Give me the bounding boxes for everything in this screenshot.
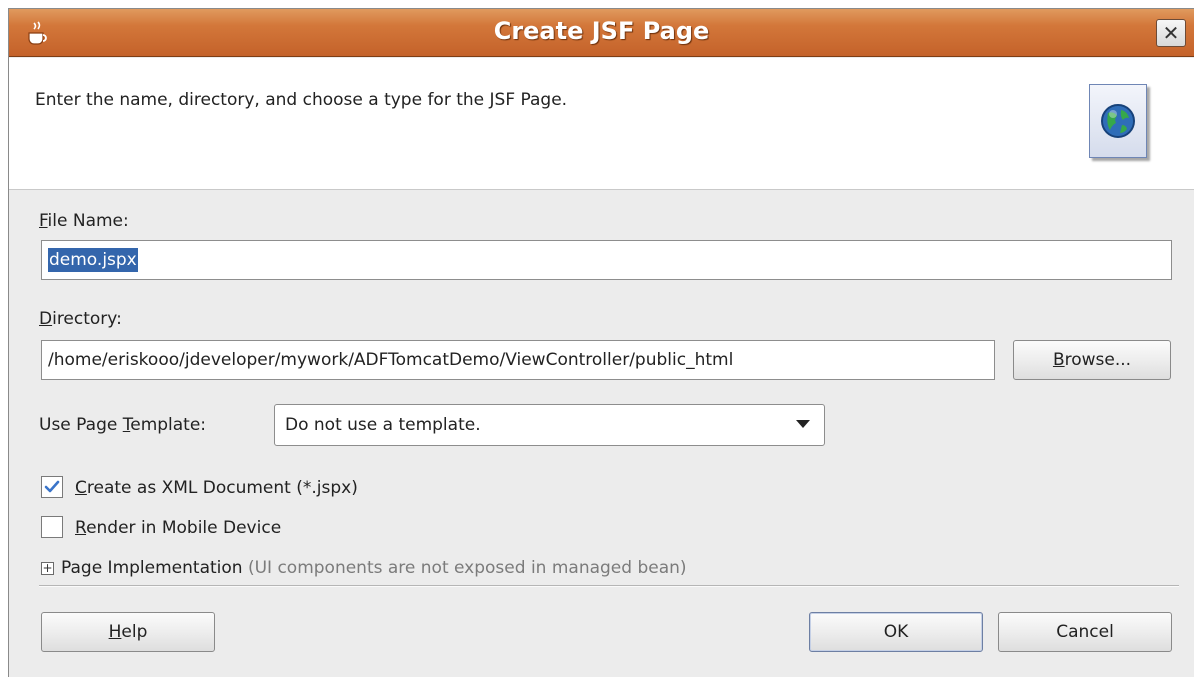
- mobile-device-checkbox[interactable]: [41, 516, 63, 538]
- create-jsf-page-dialog: Create JSF Page ✕ Enter the name, direct…: [8, 8, 1194, 677]
- page-implementation-note: (UI components are not exposed in manage…: [247, 558, 687, 578]
- xml-document-checkbox[interactable]: [41, 476, 63, 498]
- divider: [39, 585, 1179, 587]
- close-icon: ✕: [1162, 21, 1180, 45]
- directory-label: Directory:: [39, 309, 122, 329]
- file-name-field[interactable]: demo.jspx: [41, 240, 1172, 280]
- cancel-button[interactable]: Cancel: [998, 612, 1172, 652]
- checkmark-icon: [44, 480, 60, 493]
- directory-value: /home/eriskooo/jdeveloper/mywork/ADFTomc…: [48, 350, 734, 370]
- mobile-device-label[interactable]: Render in Mobile Device: [75, 518, 281, 538]
- file-name-label: File Name:: [39, 211, 129, 231]
- window-title: Create JSF Page: [493, 17, 710, 45]
- page-template-label: Use Page Template:: [39, 415, 207, 435]
- xml-document-label[interactable]: Create as XML Document (*.jspx): [75, 478, 358, 498]
- expand-icon[interactable]: +: [41, 562, 54, 575]
- page-template-select[interactable]: Do not use a template.: [274, 404, 825, 446]
- close-button[interactable]: ✕: [1156, 19, 1186, 47]
- globe-page-icon: [1089, 84, 1147, 158]
- page-template-value: Do not use a template.: [285, 415, 481, 435]
- file-name-value: demo.jspx: [48, 248, 138, 272]
- browse-button[interactable]: Browse...: [1013, 340, 1171, 380]
- dropdown-arrow-icon: [796, 420, 810, 428]
- directory-field[interactable]: /home/eriskooo/jdeveloper/mywork/ADFTomc…: [41, 340, 995, 380]
- globe-icon: [1101, 104, 1135, 138]
- ok-button[interactable]: OK: [809, 612, 983, 652]
- page-implementation-label[interactable]: Page Implementation (UI components are n…: [61, 558, 687, 578]
- header-description: Enter the name, directory, and choose a …: [35, 90, 568, 110]
- dialog-header: Enter the name, directory, and choose a …: [9, 58, 1194, 190]
- title-bar[interactable]: Create JSF Page ✕: [9, 9, 1194, 57]
- help-button[interactable]: Help: [41, 612, 215, 652]
